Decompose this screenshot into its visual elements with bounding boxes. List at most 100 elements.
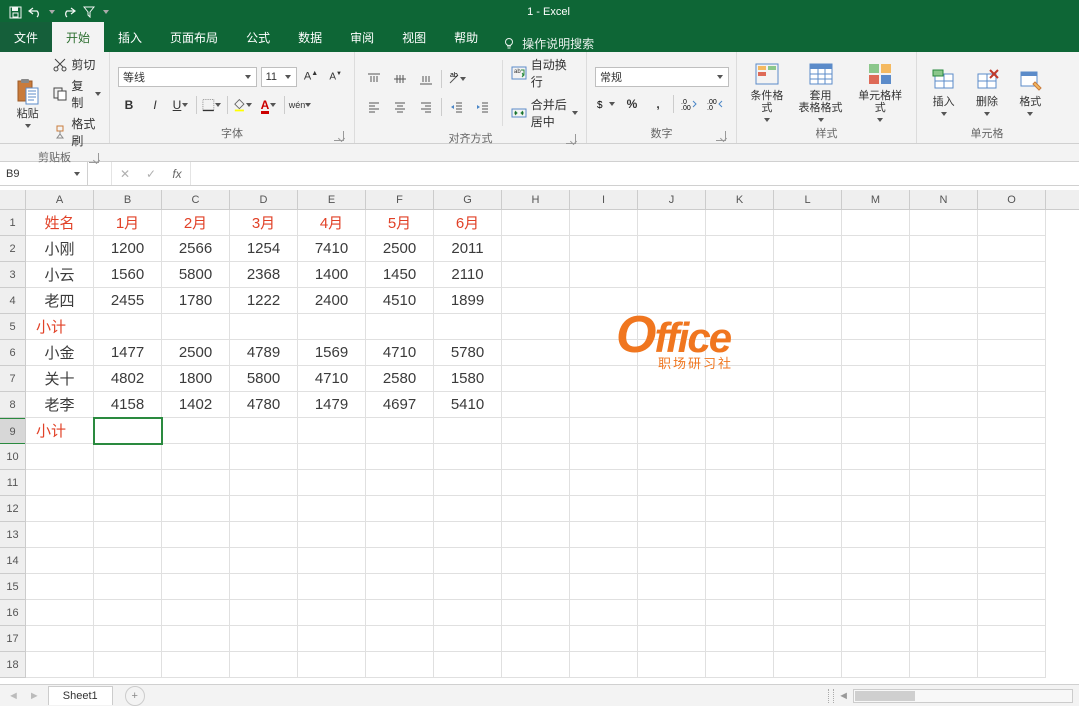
cell[interactable] (570, 340, 638, 366)
row-header-4[interactable]: 4 (0, 288, 25, 314)
spreadsheet-grid[interactable]: ABCDEFGHIJKLMNO 123456789101112131415161… (0, 190, 1079, 680)
cell[interactable] (502, 522, 570, 548)
cell[interactable] (298, 626, 366, 652)
cell[interactable]: 4158 (94, 392, 162, 418)
cell[interactable] (162, 522, 230, 548)
column-headers[interactable]: ABCDEFGHIJKLMNO (26, 190, 1079, 210)
cell[interactable] (502, 288, 570, 314)
cell[interactable]: 小计 (26, 418, 94, 444)
cell[interactable] (706, 496, 774, 522)
cell[interactable] (94, 418, 162, 444)
cell[interactable] (570, 210, 638, 236)
number-launcher-icon[interactable] (716, 131, 726, 141)
row-header-16[interactable]: 16 (0, 600, 25, 626)
cell[interactable]: 1899 (434, 288, 502, 314)
col-header-B[interactable]: B (94, 190, 162, 209)
cell[interactable] (570, 522, 638, 548)
cell[interactable]: 小金 (26, 340, 94, 366)
align-right-button[interactable] (415, 96, 437, 118)
cell[interactable] (570, 574, 638, 600)
cell[interactable]: 4月 (298, 210, 366, 236)
cell[interactable] (94, 314, 162, 340)
cell[interactable] (298, 522, 366, 548)
cell[interactable] (978, 288, 1046, 314)
cell[interactable]: 老四 (26, 288, 94, 314)
cell[interactable] (978, 340, 1046, 366)
cell[interactable] (910, 340, 978, 366)
cell[interactable] (502, 392, 570, 418)
cell[interactable] (638, 262, 706, 288)
cell[interactable] (94, 574, 162, 600)
col-header-K[interactable]: K (706, 190, 774, 209)
cell[interactable] (774, 340, 842, 366)
cell[interactable]: 3月 (230, 210, 298, 236)
cell[interactable] (162, 574, 230, 600)
cell[interactable]: 2580 (366, 366, 434, 392)
cell[interactable] (638, 288, 706, 314)
row-header-11[interactable]: 11 (0, 470, 25, 496)
cell[interactable] (162, 496, 230, 522)
cell[interactable] (774, 236, 842, 262)
col-header-M[interactable]: M (842, 190, 910, 209)
row-header-5[interactable]: 5 (0, 314, 25, 340)
tab-file[interactable]: 文件 (0, 22, 52, 52)
cell[interactable] (706, 626, 774, 652)
cell[interactable]: 1560 (94, 262, 162, 288)
increase-font-button[interactable]: A▲ (301, 66, 322, 88)
cell[interactable] (638, 496, 706, 522)
cell[interactable] (434, 652, 502, 678)
cell[interactable] (94, 652, 162, 678)
formula-bar[interactable] (190, 162, 1079, 185)
cell[interactable] (230, 444, 298, 470)
cell[interactable]: 2455 (94, 288, 162, 314)
cell[interactable] (978, 314, 1046, 340)
cell[interactable]: 4710 (298, 366, 366, 392)
cell[interactable] (978, 262, 1046, 288)
row-header-9[interactable]: 9 (0, 418, 25, 444)
cell[interactable] (910, 236, 978, 262)
tab-formulas[interactable]: 公式 (232, 22, 284, 52)
cell[interactable] (570, 366, 638, 392)
row-header-15[interactable]: 15 (0, 574, 25, 600)
align-middle-button[interactable] (389, 68, 411, 90)
cell[interactable] (434, 626, 502, 652)
font-size-combo[interactable]: 11 (261, 67, 297, 87)
cell[interactable] (26, 600, 94, 626)
cell[interactable] (842, 470, 910, 496)
cell[interactable] (570, 236, 638, 262)
cell[interactable] (978, 652, 1046, 678)
cell[interactable]: 小刚 (26, 236, 94, 262)
format-painter-button[interactable]: 格式刷 (53, 115, 101, 149)
cell[interactable] (298, 652, 366, 678)
cell[interactable] (774, 522, 842, 548)
cell[interactable] (842, 340, 910, 366)
cell[interactable] (366, 314, 434, 340)
percent-button[interactable]: % (621, 93, 643, 115)
cell[interactable] (910, 600, 978, 626)
cell[interactable] (434, 418, 502, 444)
cell[interactable]: 7410 (298, 236, 366, 262)
cell[interactable] (502, 600, 570, 626)
font-color-button[interactable]: A (258, 94, 280, 116)
cell[interactable] (26, 652, 94, 678)
cell[interactable] (298, 444, 366, 470)
cell[interactable] (706, 600, 774, 626)
cell[interactable] (94, 626, 162, 652)
cell[interactable] (774, 652, 842, 678)
cell[interactable] (774, 210, 842, 236)
cell[interactable] (978, 236, 1046, 262)
cell[interactable]: 5410 (434, 392, 502, 418)
cell[interactable] (502, 236, 570, 262)
cell[interactable] (502, 366, 570, 392)
cell[interactable] (910, 366, 978, 392)
insert-cells-button[interactable]: 插入 (925, 56, 962, 125)
cell[interactable] (502, 444, 570, 470)
cell[interactable] (638, 392, 706, 418)
cell[interactable] (706, 366, 774, 392)
orientation-button[interactable]: ab (446, 68, 468, 90)
cell[interactable] (978, 522, 1046, 548)
cell[interactable] (638, 314, 706, 340)
cell[interactable] (230, 522, 298, 548)
row-header-7[interactable]: 7 (0, 366, 25, 392)
align-launcher-icon[interactable] (566, 134, 576, 144)
